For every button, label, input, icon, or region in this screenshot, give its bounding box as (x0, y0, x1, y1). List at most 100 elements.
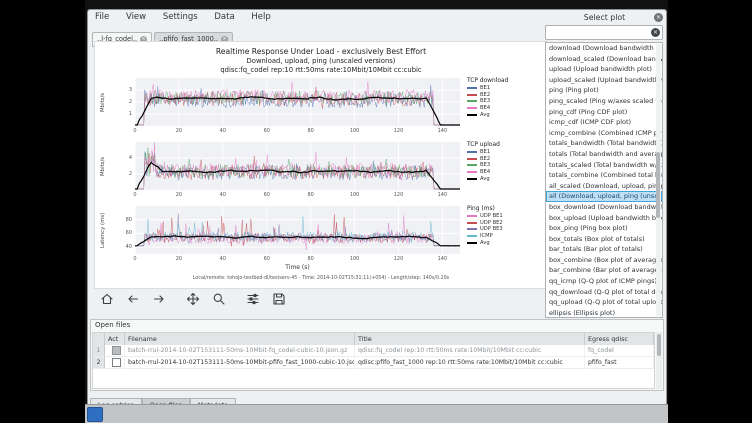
plot-list-item[interactable]: upload_scaled (Upload bandwidth w/axes s… (546, 75, 662, 86)
plot-list-item[interactable]: totals (Total bandwidth and average ping… (546, 149, 662, 160)
menu-data[interactable]: Data (207, 10, 241, 25)
plot-list-item[interactable]: ping (Ping plot) (546, 85, 662, 96)
legend: TCP uploadBE1BE2BE3BE4Avg (467, 142, 545, 182)
tab-bar: ..l-fq_codel..×..pfifo_fast_1000..× (92, 26, 235, 40)
legend-label: BE3 (480, 162, 490, 168)
scrollbar-thumb[interactable] (656, 152, 660, 218)
egress-qdisc-cell: pfifo_fast (585, 357, 654, 369)
plot-list-item[interactable]: totals_scaled (Total bandwidth w/axes sc… (546, 160, 662, 171)
x-tick-label: 60 (259, 128, 275, 134)
legend-label: BE4 (480, 105, 490, 111)
plot-list-item[interactable]: qq_upload (Q-Q plot of total upload band… (546, 297, 662, 308)
menu-help[interactable]: Help (244, 10, 277, 25)
plot-list-item[interactable]: ping_cdf (Ping CDF plot) (546, 107, 662, 118)
save-icon[interactable] (270, 291, 287, 307)
filename-cell: batch-rrul-2014-10-02T153111-50ms-10Mbit… (125, 357, 355, 369)
plot-list-item[interactable]: icmp_combine (Combined ICMP ping plot) (546, 128, 662, 139)
legend-label: BE1 (480, 85, 490, 91)
menu-file[interactable]: File (88, 10, 116, 25)
panel-close-icon[interactable]: × (654, 13, 663, 22)
plot-list-scrollbar[interactable] (656, 44, 661, 316)
open-files-scrollbar[interactable] (656, 332, 662, 389)
plot-list-item[interactable]: box_totals (Box plot of totals) (546, 234, 662, 245)
legend-label: Avg (480, 240, 490, 246)
menu-view[interactable]: View (119, 10, 153, 25)
plot-list-item[interactable]: ping_scaled (Ping w/axes scaled to remov… (546, 96, 662, 107)
plot-list-item[interactable]: bar_combine (Bar plot of averages of sev… (546, 265, 662, 276)
x-tick-label: 80 (303, 128, 319, 134)
legend-entry: BE2 (467, 92, 545, 99)
figure-title: Realtime Response Under Load - exclusive… (95, 47, 547, 56)
plot-list-item[interactable]: all (Download, upload, ping (unscaled ve… (546, 191, 662, 202)
plot-list-item[interactable]: totals_bandwidth (Total bandwidth) (546, 138, 662, 149)
legend-swatch (467, 100, 477, 102)
subplot-canvas (135, 142, 460, 190)
table-row[interactable]: 1batch-rrul-2014-10-02T153111-50ms-10Mbi… (93, 345, 654, 357)
zoom-icon[interactable] (210, 291, 227, 307)
legend-label: BE4 (480, 169, 490, 175)
figure-subtitle: Download, upload, ping (unscaled version… (95, 57, 547, 65)
desktop-screen: File View Settings Data Help ..l-fq_code… (85, 0, 668, 423)
plot-list-item[interactable]: box_upload (Upload bandwidth box plot) (546, 213, 662, 224)
legend-entry: BE4 (467, 169, 545, 176)
plot-toolbar (98, 290, 296, 308)
act-cell (105, 345, 125, 357)
back-arrow-icon[interactable] (124, 291, 141, 307)
plot-list-item[interactable]: upload (Upload bandwidth plot) (546, 64, 662, 75)
legend-title: TCP upload (467, 142, 545, 148)
plot-list-item[interactable]: qq_download (Q-Q plot of total download … (546, 287, 662, 298)
plot-list-item[interactable]: ellipsis (Ellipsis plot) (546, 308, 662, 318)
x-tick-label: 20 (171, 256, 187, 262)
active-checkbox[interactable] (112, 358, 121, 367)
legend-entry: BE4 (467, 105, 545, 112)
pan-icon[interactable] (184, 291, 201, 307)
legend-entry: ICMP (467, 233, 545, 240)
x-tick-label: 80 (303, 256, 319, 262)
egress-qdisc-cell: fq_codel (585, 345, 654, 357)
open-files-panel: Open files ActFilenameTitleEgress qdisc1… (90, 319, 664, 391)
column-header[interactable]: Filename (125, 333, 355, 345)
plot-list-item[interactable]: box_ping (Ping box plot) (546, 223, 662, 234)
x-tick-label: 0 (127, 128, 143, 134)
legend-swatch (467, 242, 477, 244)
menu-settings[interactable]: Settings (156, 10, 205, 25)
legend-label: BE2 (480, 92, 490, 98)
y-tick-label: 80 (113, 217, 132, 223)
x-tick-label: 0 (127, 256, 143, 262)
plot-list-item[interactable]: totals_combine (Combined total bandwidth… (546, 170, 662, 181)
scrollbar-thumb[interactable] (657, 334, 661, 356)
legend-entry: UDP BE3 (467, 226, 545, 233)
active-checkbox[interactable] (112, 346, 121, 355)
subplot-2: Mbits/s24020406080100120140TCP uploadBE1… (95, 142, 547, 204)
legend-entry: UDP BE1 (467, 213, 545, 220)
plot-list-item[interactable]: icmp_cdf (ICMP CDF plot) (546, 117, 662, 128)
start-menu-button[interactable] (87, 407, 103, 422)
select-plot-title: Select plot (545, 13, 654, 22)
column-header[interactable] (93, 333, 105, 345)
column-header[interactable]: Egress qdisc (585, 333, 654, 345)
screenshot-stage: File View Settings Data Help ..l-fq_code… (0, 0, 752, 423)
search-clear-icon[interactable]: × (651, 28, 660, 37)
plot-list-item[interactable]: qq_icmp (Q-Q plot of ICMP pings) (546, 276, 662, 287)
open-files-table: ActFilenameTitleEgress qdisc1batch-rrul-… (92, 332, 655, 389)
legend: Ping (ms)UDP BE1UDP BE2UDP BE3ICMPAvg (467, 206, 545, 246)
x-tick-label: 100 (347, 256, 363, 262)
forward-arrow-icon[interactable] (150, 291, 167, 307)
title-cell: qdisc:pfifo_fast_1000 rep:10 rtt:50ms ra… (355, 357, 585, 369)
plot-list: download (Download bandwidth plot)downlo… (545, 42, 663, 318)
select-plot-header: Select plot × (545, 11, 663, 24)
y-tick-label: 2 (113, 171, 132, 177)
plot-list-item[interactable]: download (Download bandwidth plot) (546, 43, 662, 54)
legend-entry: BE3 (467, 98, 545, 105)
plot-list-item[interactable]: bar_totals (Bar plot of totals) (546, 244, 662, 255)
subplot-config-icon[interactable] (244, 291, 261, 307)
x-tick-label: 100 (347, 128, 363, 134)
plot-list-item[interactable]: download_scaled (Download bandwidth w/ax… (546, 54, 662, 65)
plot-list-item[interactable]: all_scaled (Download, upload, ping (scal… (546, 181, 662, 192)
table-row[interactable]: 2batch-rrul-2014-10-02T153111-50ms-10Mbi… (93, 357, 654, 369)
plot-list-item[interactable]: box_combine (Box plot of averages of sev… (546, 255, 662, 266)
column-header[interactable]: Title (355, 333, 585, 345)
column-header[interactable]: Act (105, 333, 125, 345)
plot-list-item[interactable]: box_download (Download bandwidth box plo… (546, 202, 662, 213)
home-icon[interactable] (98, 291, 115, 307)
